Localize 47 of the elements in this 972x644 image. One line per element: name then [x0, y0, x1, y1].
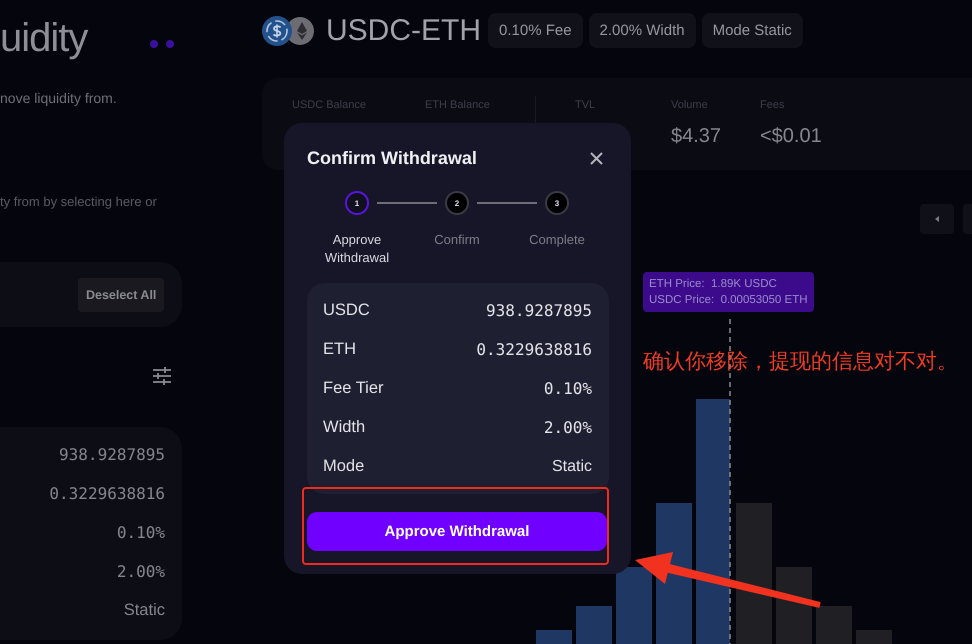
detail-label: Fee Tier: [323, 379, 384, 398]
caret-icon: [935, 216, 939, 222]
detail-label: Width: [323, 418, 366, 437]
step-circle: 3: [545, 191, 569, 215]
summary-value: 938.9287895: [59, 445, 165, 464]
summary-value: 2.00%: [116, 562, 165, 581]
detail-value: 938.9287895: [486, 301, 592, 320]
tooltip-line: USDC Price: 0.00053050 ETH: [649, 293, 808, 308]
liquidity-bar: [536, 630, 572, 644]
dot-icon: [166, 40, 174, 48]
approve-withdrawal-button[interactable]: Approve Withdrawal: [307, 512, 607, 551]
liquidity-bar: [576, 606, 612, 644]
close-icon[interactable]: [590, 152, 603, 164]
dollar-coin-icon: [262, 16, 292, 46]
pool-title: USDC-ETH: [326, 14, 481, 48]
annotation-text: 确认你移除，提现的信息对不对。: [643, 349, 958, 373]
step-label: Approve Withdrawal: [324, 231, 390, 267]
modal-title: Confirm Withdrawal: [307, 147, 477, 169]
info-chip: 2.00% Width: [588, 13, 696, 48]
deselect-all-button[interactable]: Deselect All: [78, 278, 164, 312]
detail-value: 0.3229638816: [476, 340, 592, 359]
diamond-coin-icon: [286, 16, 314, 44]
step-circle: 1: [345, 191, 369, 215]
summary-value: 0.10%: [116, 523, 165, 542]
liquidity-bar: [816, 606, 852, 644]
info-chip: 0.10% Fee: [488, 13, 583, 48]
page-title: uidity: [0, 18, 88, 58]
stat-value: $4.37: [671, 124, 722, 148]
subtitle-text: nove liquidity from.: [0, 89, 118, 107]
detail-value: 2.00%: [544, 418, 592, 437]
stat-value: <$0.01: [760, 124, 822, 148]
detail-label: Mode: [323, 457, 364, 476]
info-chip: Mode Static: [702, 13, 803, 48]
step-circle: 2: [445, 191, 469, 215]
summary-value: 0.3229638816: [49, 484, 165, 503]
summary-value: Static: [124, 601, 165, 620]
liquidity-bar: [856, 630, 892, 644]
detail-value: Static: [552, 458, 592, 476]
detail-value: 0.10%: [544, 379, 592, 398]
step-label: Complete: [529, 231, 585, 249]
hint-text: ty from by selecting here or: [0, 193, 158, 211]
detail-label: ETH: [323, 340, 356, 359]
tooltip-line: ETH Price: 1.89K USDC: [649, 277, 778, 292]
sliders-icon[interactable]: [153, 367, 171, 385]
step-label: Confirm: [434, 231, 480, 249]
dot-icon: [150, 40, 158, 48]
detail-label: USDC: [323, 301, 370, 320]
